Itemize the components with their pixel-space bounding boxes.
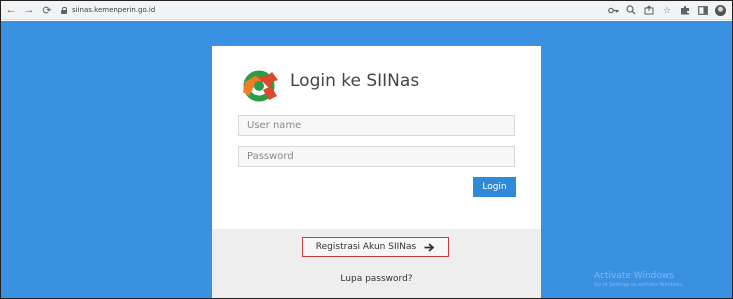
share-icon[interactable] <box>643 3 655 17</box>
username-input[interactable]: User name <box>238 115 515 136</box>
forward-icon[interactable]: → <box>21 2 37 18</box>
login-card-body: Login ke SIINas User name Password Login <box>212 46 541 229</box>
zoom-icon[interactable] <box>625 3 637 17</box>
activate-windows-watermark: Activate Windows Go to Settings to activ… <box>594 271 684 288</box>
extensions-icon[interactable] <box>679 3 691 17</box>
page-background: Login ke SIINas User name Password Login… <box>1 21 732 298</box>
sidebar-icon[interactable] <box>697 3 709 17</box>
back-icon[interactable]: ← <box>3 2 19 18</box>
watermark-title: Activate Windows <box>594 271 674 281</box>
forgot-password-link[interactable]: Lupa password? <box>212 274 541 284</box>
bookmark-star-icon[interactable]: ☆ <box>661 3 673 17</box>
reload-icon[interactable]: ⟳ <box>39 2 55 18</box>
arrow-right-icon <box>424 242 435 252</box>
browser-toolbar: ← → ⟳ siinas.kemenperin.go.id ☆ <box>1 1 732 20</box>
address-bar[interactable]: siinas.kemenperin.go.id <box>61 3 155 18</box>
register-label: Registrasi Akun SIINas <box>315 242 417 252</box>
register-button[interactable]: Registrasi Akun SIINas <box>302 237 449 257</box>
key-icon[interactable] <box>607 3 619 17</box>
login-button[interactable]: Login <box>473 177 516 197</box>
lock-icon <box>61 6 67 14</box>
address-url: siinas.kemenperin.go.id <box>72 6 156 14</box>
watermark-subtitle: Go to Settings to activate Windows. <box>594 282 684 288</box>
siinas-logo <box>243 70 278 102</box>
password-input[interactable]: Password <box>238 146 515 167</box>
browser-actions: ☆ <box>607 3 726 17</box>
page-title: Login ke SIINas <box>290 71 420 91</box>
login-card: Login ke SIINas User name Password Login… <box>212 46 541 298</box>
profile-avatar[interactable] <box>715 4 726 16</box>
